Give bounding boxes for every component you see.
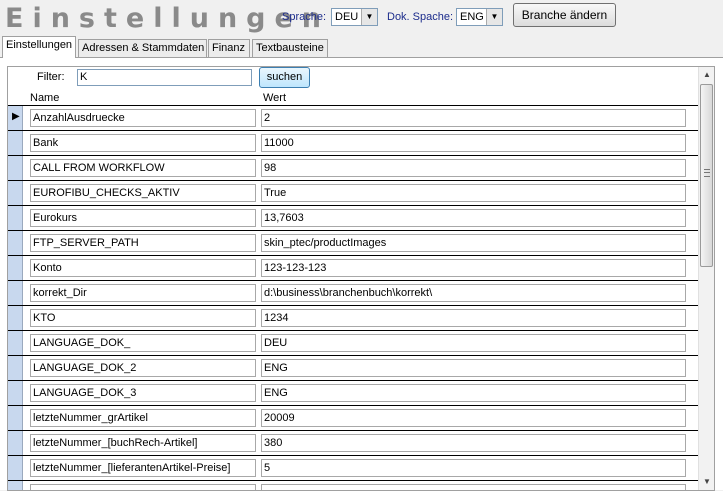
row-selector[interactable]	[8, 131, 23, 155]
chevron-down-icon[interactable]: ▼	[361, 9, 377, 25]
table-row[interactable]: EUROFIBU_CHECKS_AKTIV True	[8, 180, 698, 205]
scrollbar-thumb[interactable]	[700, 84, 713, 267]
row-selector[interactable]	[8, 231, 23, 255]
setting-value-cell[interactable]: ENG	[261, 384, 686, 402]
settings-grid: Filter: K suchen Name Wert ▶ AnzahlAusdr…	[7, 66, 715, 491]
language-select-value: DEU	[335, 11, 359, 23]
row-selector[interactable]	[8, 181, 23, 205]
doc-language-label: Dok. Spache:	[387, 11, 454, 23]
setting-value-cell[interactable]: 5	[261, 459, 686, 477]
row-selector[interactable]	[8, 356, 23, 380]
settings-panel: Filter: K suchen Name Wert ▶ AnzahlAusdr…	[0, 57, 723, 491]
table-row[interactable]: Eurokurs 13,7603	[8, 205, 698, 230]
setting-name-cell[interactable]: letzteNummer_[lieferantenArtikel-Preise]	[30, 459, 256, 477]
setting-value-cell[interactable]: True	[261, 184, 686, 202]
tab-textbausteine[interactable]: Textbausteine	[252, 39, 328, 58]
current-row-icon: ▶	[12, 111, 20, 122]
setting-name-cell[interactable]: EUROFIBU_CHECKS_AKTIV	[30, 184, 256, 202]
setting-name-cell[interactable]: KTO	[30, 309, 256, 327]
table-row[interactable]: LANGUAGE_DOK_2 ENG	[8, 355, 698, 380]
tab-einstellungen[interactable]: Einstellungen	[2, 36, 76, 58]
table-row[interactable]: FTP_SERVER_PATH skin_ptec/productImages	[8, 230, 698, 255]
table-row[interactable]: LANGUAGE_DOK_3 ENG	[8, 380, 698, 405]
setting-name-cell[interactable]: LANGUAGE_DOK_	[30, 334, 256, 352]
setting-name-cell[interactable]: letzteNummer_[buchRech-Artikel]	[30, 434, 256, 452]
scroll-up-icon[interactable]: ▲	[699, 67, 714, 83]
row-selector[interactable]	[8, 381, 23, 405]
chevron-down-icon[interactable]: ▼	[486, 9, 502, 25]
filter-label: Filter:	[37, 71, 65, 83]
doc-language-select[interactable]: ENG ▼	[456, 8, 503, 26]
table-row[interactable]: ▶ AnzahlAusdruecke 2	[8, 105, 698, 130]
table-row[interactable]	[8, 480, 698, 490]
row-selector[interactable]	[8, 306, 23, 330]
setting-value-cell[interactable]: 380	[261, 434, 686, 452]
row-selector[interactable]	[8, 256, 23, 280]
grip-icon	[704, 169, 710, 177]
table-row[interactable]: korrekt_Dir d:\business\branchenbuch\kor…	[8, 280, 698, 305]
change-industry-button[interactable]: Branche ändern	[513, 3, 616, 27]
setting-name-cell[interactable]: letzteNummer_grArtikel	[30, 409, 256, 427]
tab-adressen-stammdaten[interactable]: Adressen & Stammdaten	[78, 39, 207, 58]
table-row[interactable]: letzteNummer_[buchRech-Artikel] 380	[8, 430, 698, 455]
setting-value-cell[interactable]: 123-123-123	[261, 259, 686, 277]
setting-name-cell[interactable]: Konto	[30, 259, 256, 277]
setting-value-cell[interactable]: 1234	[261, 309, 686, 327]
table-row[interactable]: letzteNummer_grArtikel 20009	[8, 405, 698, 430]
setting-value-cell[interactable]: 2	[261, 109, 686, 127]
scroll-down-icon[interactable]: ▼	[699, 474, 714, 490]
table-row[interactable]: Konto 123-123-123	[8, 255, 698, 280]
row-selector[interactable]	[8, 281, 23, 305]
row-selector[interactable]: ▶	[8, 106, 23, 130]
table-row[interactable]: KTO 1234	[8, 305, 698, 330]
vertical-scrollbar[interactable]: ▲ ▼	[698, 67, 714, 490]
setting-name-cell[interactable]: Eurokurs	[30, 209, 256, 227]
setting-name-cell[interactable]: AnzahlAusdruecke	[30, 109, 256, 127]
setting-value-cell[interactable]: 11000	[261, 134, 686, 152]
row-selector[interactable]	[8, 406, 23, 430]
setting-name-cell[interactable]: LANGUAGE_DOK_3	[30, 384, 256, 402]
setting-value-cell[interactable]: 20009	[261, 409, 686, 427]
filter-input[interactable]: K	[77, 69, 252, 86]
row-selector[interactable]	[8, 206, 23, 230]
settings-rows: ▶ AnzahlAusdruecke 2 Bank 11000 CALL FRO…	[8, 105, 698, 490]
setting-name-cell[interactable]: Bank	[30, 134, 256, 152]
setting-name-cell[interactable]: CALL FROM WORKFLOW	[30, 159, 256, 177]
setting-value-cell[interactable]: ENG	[261, 359, 686, 377]
doc-language-select-value: ENG	[460, 11, 484, 23]
table-row[interactable]: Bank 11000	[8, 130, 698, 155]
row-selector[interactable]	[8, 456, 23, 480]
row-selector[interactable]	[8, 156, 23, 180]
tab-finanz[interactable]: Finanz	[208, 39, 250, 58]
setting-value-cell[interactable]: 13,7603	[261, 209, 686, 227]
column-header-name[interactable]: Name	[30, 92, 59, 104]
language-label: Sprache:	[282, 11, 327, 23]
row-selector[interactable]	[8, 431, 23, 455]
table-row[interactable]: CALL FROM WORKFLOW 98	[8, 155, 698, 180]
table-row[interactable]: LANGUAGE_DOK_ DEU	[8, 330, 698, 355]
setting-name-cell[interactable]: FTP_SERVER_PATH	[30, 234, 256, 252]
setting-name-cell[interactable]: korrekt_Dir	[30, 284, 256, 302]
tab-bar: Einstellungen Adressen & Stammdaten Fina…	[0, 36, 723, 58]
column-header-value[interactable]: Wert	[263, 92, 286, 104]
setting-value-cell[interactable]: DEU	[261, 334, 686, 352]
setting-value-cell[interactable]: 98	[261, 159, 686, 177]
language-select[interactable]: DEU ▼	[331, 8, 378, 26]
setting-value-cell[interactable]: d:\business\branchenbuch\korrekt\	[261, 284, 686, 302]
search-button[interactable]: suchen	[259, 67, 310, 88]
setting-name-cell[interactable]: LANGUAGE_DOK_2	[30, 359, 256, 377]
setting-value-cell[interactable]: skin_ptec/productImages	[261, 234, 686, 252]
table-row[interactable]: letzteNummer_[lieferantenArtikel-Preise]…	[8, 455, 698, 480]
row-selector[interactable]	[8, 331, 23, 355]
